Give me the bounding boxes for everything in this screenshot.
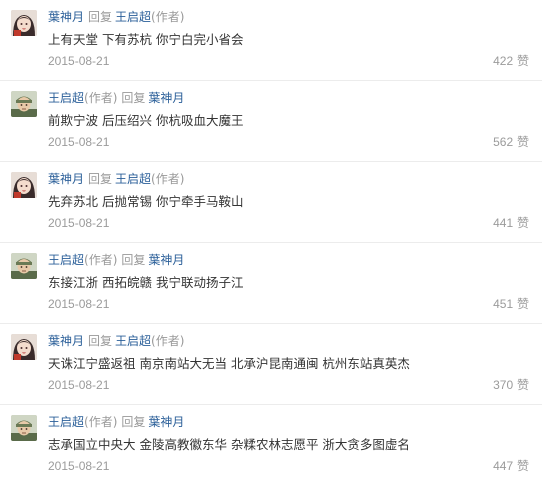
target-link[interactable]: 葉神月 <box>148 415 184 429</box>
reply-content: 前欺宁波 后压绍兴 你杭吸血大魔王 <box>48 113 244 128</box>
reply-date: 2015-08-21 <box>48 378 110 392</box>
author-tag: (作者) <box>84 253 118 267</box>
reply-meta: 葉神月 回复 王启超(作者) <box>48 8 184 26</box>
reply-meta: 葉神月 回复 王启超(作者) <box>48 170 184 188</box>
girl-avatar-icon <box>11 10 37 36</box>
target-link[interactable]: 葉神月 <box>148 91 184 105</box>
girl-avatar-icon <box>11 334 37 360</box>
like-count: 422 <box>493 54 514 68</box>
like-label: 赞 <box>516 297 529 311</box>
reply-date: 2015-08-21 <box>48 54 110 68</box>
reply-item: 葉神月 回复 王启超(作者) 天诛江宁盛返祖 南京南站大无当 北承沪昆南通闽 杭州东… <box>0 324 542 405</box>
reply-item: 王启超(作者) 回复 葉神月 东接江浙 西拓皖赣 我宁联动扬子江 2015-08-2… <box>0 243 542 324</box>
like-button[interactable]: 451 赞 <box>493 296 529 312</box>
reply-meta: 王启超(作者) 回复 葉神月 <box>48 89 184 107</box>
reply-action: 回复 <box>121 253 146 267</box>
like-button[interactable]: 422 赞 <box>493 53 529 69</box>
like-count: 562 <box>493 135 514 149</box>
reply-list: 葉神月 回复 王启超(作者) 上有天堂 下有苏杭 你宁白完小省会 2015-08-2… <box>0 0 542 478</box>
author-link[interactable]: 王启超 <box>48 253 84 267</box>
avatar[interactable] <box>11 10 37 36</box>
target-link[interactable]: 葉神月 <box>148 253 184 267</box>
author-link[interactable]: 葉神月 <box>48 334 84 348</box>
target-link[interactable]: 王启超 <box>115 172 151 186</box>
target-tag: (作者) <box>151 334 185 348</box>
like-button[interactable]: 370 赞 <box>493 377 529 393</box>
like-label: 赞 <box>516 135 529 149</box>
reply-meta: 王启超(作者) 回复 葉神月 <box>48 251 184 269</box>
avatar[interactable] <box>11 91 37 117</box>
avatar[interactable] <box>11 334 37 360</box>
author-tag: (作者) <box>84 91 118 105</box>
reply-action: 回复 <box>88 334 113 348</box>
soldier-avatar-icon <box>11 415 37 441</box>
reply-action: 回复 <box>121 91 146 105</box>
like-count: 447 <box>493 459 514 473</box>
target-tag: (作者) <box>151 10 185 24</box>
reply-date: 2015-08-21 <box>48 135 110 149</box>
reply-date: 2015-08-21 <box>48 459 110 473</box>
avatar[interactable] <box>11 253 37 279</box>
reply-content: 天诛江宁盛返祖 南京南站大无当 北承沪昆南通闽 杭州东站真英杰 <box>48 356 410 371</box>
like-label: 赞 <box>516 378 529 392</box>
author-link[interactable]: 王启超 <box>48 415 84 429</box>
reply-meta: 葉神月 回复 王启超(作者) <box>48 332 184 350</box>
like-label: 赞 <box>516 459 529 473</box>
like-count: 451 <box>493 297 514 311</box>
reply-item: 王启超(作者) 回复 葉神月 志承国立中央大 金陵高教徽东华 杂糅农林志愿平 浙大贪… <box>0 405 542 478</box>
author-link[interactable]: 葉神月 <box>48 10 84 24</box>
target-link[interactable]: 王启超 <box>115 334 151 348</box>
like-label: 赞 <box>516 216 529 230</box>
soldier-avatar-icon <box>11 253 37 279</box>
reply-content: 先弃苏北 后抛常锡 你宁牵手马鞍山 <box>48 194 244 209</box>
like-label: 赞 <box>516 54 529 68</box>
author-link[interactable]: 王启超 <box>48 91 84 105</box>
target-tag: (作者) <box>151 172 185 186</box>
author-tag: (作者) <box>84 415 118 429</box>
avatar[interactable] <box>11 415 37 441</box>
reply-content: 上有天堂 下有苏杭 你宁白完小省会 <box>48 32 244 47</box>
like-button[interactable]: 447 赞 <box>493 458 529 474</box>
like-count: 441 <box>493 216 514 230</box>
reply-date: 2015-08-21 <box>48 297 110 311</box>
reply-action: 回复 <box>88 10 113 24</box>
reply-item: 葉神月 回复 王启超(作者) 上有天堂 下有苏杭 你宁白完小省会 2015-08-2… <box>0 0 542 81</box>
reply-date: 2015-08-21 <box>48 216 110 230</box>
girl-avatar-icon <box>11 172 37 198</box>
author-link[interactable]: 葉神月 <box>48 172 84 186</box>
reply-content: 东接江浙 西拓皖赣 我宁联动扬子江 <box>48 275 244 290</box>
reply-item: 王启超(作者) 回复 葉神月 前欺宁波 后压绍兴 你杭吸血大魔王 2015-08-2… <box>0 81 542 162</box>
reply-action: 回复 <box>88 172 113 186</box>
reply-action: 回复 <box>121 415 146 429</box>
soldier-avatar-icon <box>11 91 37 117</box>
avatar[interactable] <box>11 172 37 198</box>
reply-content: 志承国立中央大 金陵高教徽东华 杂糅农林志愿平 浙大贪多图虚名 <box>48 437 410 452</box>
like-button[interactable]: 441 赞 <box>493 215 529 231</box>
like-button[interactable]: 562 赞 <box>493 134 529 150</box>
like-count: 370 <box>493 378 514 392</box>
reply-item: 葉神月 回复 王启超(作者) 先弃苏北 后抛常锡 你宁牵手马鞍山 2015-08-2… <box>0 162 542 243</box>
target-link[interactable]: 王启超 <box>115 10 151 24</box>
reply-meta: 王启超(作者) 回复 葉神月 <box>48 413 184 431</box>
